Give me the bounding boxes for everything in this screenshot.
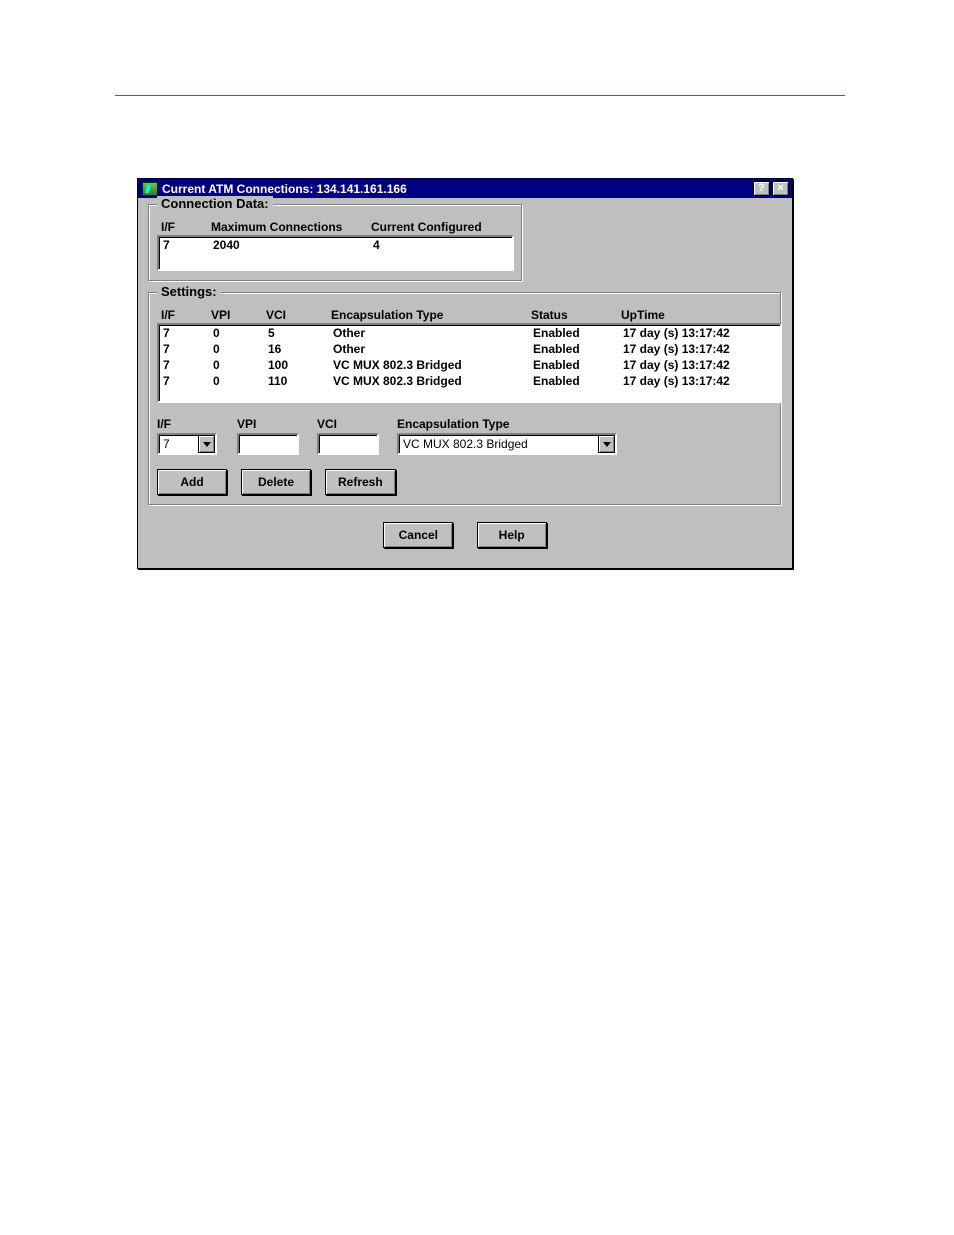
add-button[interactable]: Add [157, 469, 227, 495]
settings-list[interactable]: 7 0 5 Other Enabled 17 day (s) 13:17:42 … [157, 323, 782, 403]
col-curr: Current Configured [371, 220, 521, 234]
settings-legend: Settings: [157, 284, 221, 299]
col-if: I/F [161, 308, 211, 322]
edit-vci-label: VCI [317, 417, 397, 431]
col-uptime: UpTime [621, 308, 791, 322]
edit-if-label: I/F [157, 417, 237, 431]
connection-data-group: Connection Data: I/F Maximum Connections… [148, 204, 523, 282]
refresh-button[interactable]: Refresh [325, 469, 396, 495]
edit-vpi-label: VPI [237, 417, 317, 431]
app-icon [142, 182, 158, 196]
encapsulation-combo[interactable]: VC MUX 802.3 Bridged [397, 433, 617, 455]
if-combo[interactable]: 7 [157, 433, 217, 455]
cell-curr: 4 [373, 238, 523, 252]
col-enc: Encapsulation Type [331, 308, 531, 322]
table-row: 7 0 5 Other Enabled 17 day (s) 13:17:42 [159, 325, 780, 341]
connection-data-legend: Connection Data: [157, 196, 273, 211]
edit-enc-label: Encapsulation Type [397, 417, 657, 431]
col-status: Status [531, 308, 621, 322]
table-row: 7 2040 4 [159, 237, 512, 253]
vci-input[interactable] [317, 433, 379, 455]
chevron-down-icon[interactable] [598, 435, 615, 453]
connection-data-list[interactable]: 7 2040 4 [157, 235, 514, 271]
settings-group: Settings: I/F VPI VCI Encapsulation Type… [148, 292, 782, 506]
chevron-down-icon[interactable] [198, 435, 215, 453]
delete-button[interactable]: Delete [241, 469, 311, 495]
col-max: Maximum Connections [211, 220, 371, 234]
col-vpi: VPI [211, 308, 266, 322]
help-icon[interactable]: ? [753, 181, 770, 196]
cell-max: 2040 [213, 238, 373, 252]
table-row: 7 0 100 VC MUX 802.3 Bridged Enabled 17 … [159, 357, 780, 373]
col-vci: VCI [266, 308, 331, 322]
close-icon[interactable]: × [772, 181, 789, 196]
cell-if: 7 [163, 238, 213, 252]
page-divider [115, 95, 845, 96]
cancel-button[interactable]: Cancel [383, 522, 453, 548]
vpi-input[interactable] [237, 433, 299, 455]
table-row: 7 0 110 VC MUX 802.3 Bridged Enabled 17 … [159, 373, 780, 389]
dialog-window: Current ATM Connections: 134.141.161.166… [137, 178, 793, 569]
window-title: Current ATM Connections: 134.141.161.166 [162, 182, 749, 196]
col-if: I/F [161, 220, 211, 234]
table-row: 7 0 16 Other Enabled 17 day (s) 13:17:42 [159, 341, 780, 357]
help-button[interactable]: Help [477, 522, 547, 548]
